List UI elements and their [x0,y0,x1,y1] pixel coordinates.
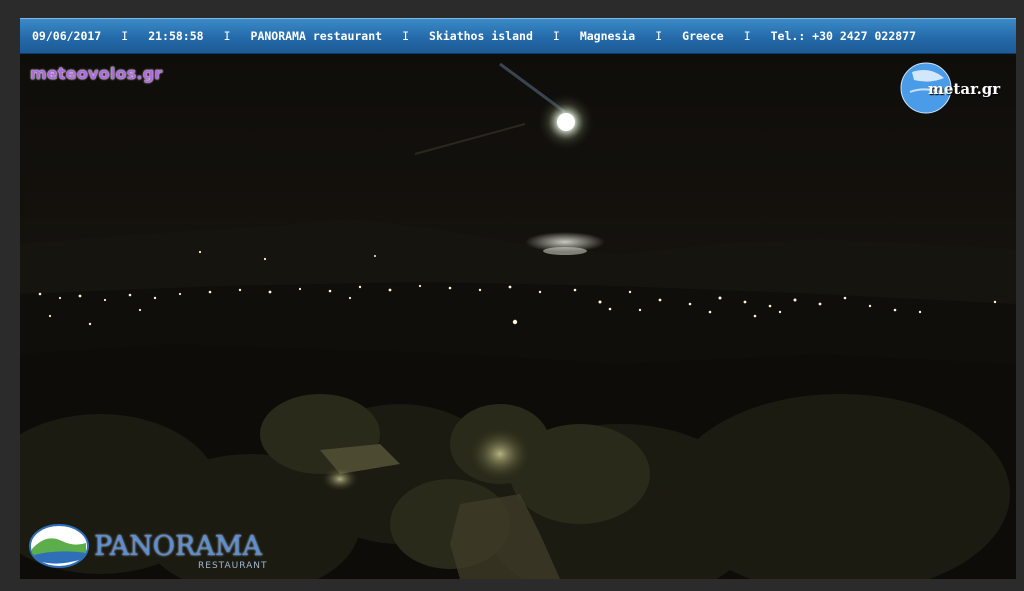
banner-separator: I [552,29,560,43]
info-banner: 09/06/2017 I 21:58:58 I PANORAMA restaur… [20,18,1016,54]
panorama-logo-name: PANORAMA [94,531,262,562]
banner-separator: I [402,29,410,43]
banner-phone: Tel.: +30 2427 022877 [770,29,917,43]
banner-place: Skiathos island [429,29,533,43]
banner-country: Greece [682,29,724,43]
banner-venue: PANORAMA restaurant [250,29,383,43]
panorama-logo-icon [29,524,89,568]
banner-separator: I [223,29,231,43]
panorama-logo-subtitle: RESTAURANT [198,561,268,571]
meteovolos-logo: meteovolos.gr [30,64,163,83]
banner-date: 09/06/2017 [32,29,102,43]
banner-region: Magnesia [579,29,636,43]
banner-separator: I [655,29,663,43]
banner-separator: I [743,29,751,43]
webcam-frame: 09/06/2017 I 21:58:58 I PANORAMA restaur… [20,18,1016,579]
metar-logo-text: metar.gr [928,80,1001,98]
banner-time: 21:58:58 [148,29,204,43]
night-scene-photo [20,54,1016,579]
banner-separator: I [121,29,129,43]
